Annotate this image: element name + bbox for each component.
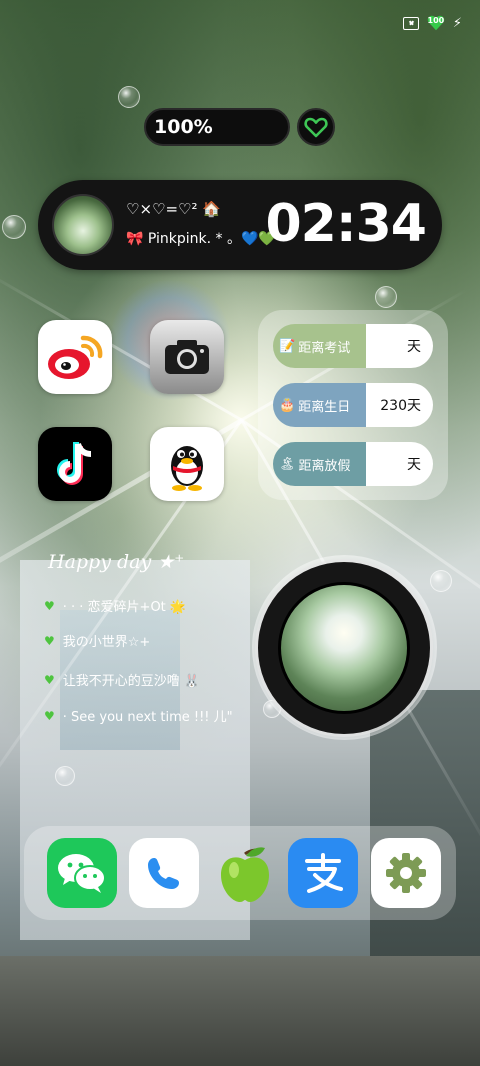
countdown-label: 距离放假 <box>298 458 351 474</box>
battery-heart-icon: 100 <box>427 14 445 32</box>
app-wechat[interactable] <box>47 838 117 908</box>
clock-caption-1: ♡×♡=♡² 🏠 <box>126 200 221 218</box>
bubble-decoration <box>55 766 75 786</box>
app-weibo[interactable] <box>38 320 112 394</box>
gear-icon <box>386 853 426 893</box>
photo-widget-image <box>278 582 410 714</box>
green-heart-icon: ♥ <box>44 708 55 723</box>
bubble-decoration <box>375 286 397 308</box>
countdown-value: 天 <box>366 324 433 368</box>
clock-widget[interactable]: ♡×♡=♡² 🏠 🎀 Pinkpink. * 。💙💚 02:34 <box>38 180 442 270</box>
countdown-label: 距离生日 <box>298 399 351 415</box>
cake-icon: 🎂 <box>279 397 296 413</box>
wechat-icon <box>58 854 106 893</box>
list-item-text: · See you next time !!! 儿" <box>62 710 233 725</box>
countdown-label: 距离考试 <box>298 340 351 356</box>
app-apple[interactable] <box>210 838 280 908</box>
island-icon: 🏝 <box>279 456 296 472</box>
app-qq[interactable] <box>150 427 224 501</box>
app-alipay[interactable] <box>288 838 358 908</box>
bubble-decoration <box>430 570 452 592</box>
heart-button[interactable] <box>297 108 335 146</box>
alipay-icon <box>305 853 343 893</box>
memo-icon: 📝 <box>279 338 296 354</box>
countdown-row-birthday: 🎂 距离生日 230天 <box>273 383 433 427</box>
countdown-widget[interactable]: 📝 距离考试 天 🎂 距离生日 230天 🏝 距离放假 天 <box>258 310 448 500</box>
app-settings[interactable] <box>371 838 441 908</box>
clock-time: 02:34 <box>265 194 427 254</box>
weibo-icon <box>48 335 103 379</box>
battery-widget[interactable]: 100% <box>144 108 290 146</box>
status-bar: 100 ⚡ <box>402 12 462 34</box>
countdown-label-box: 📝 距离考试 <box>273 324 366 368</box>
countdown-value: 230天 <box>366 383 433 427</box>
list-item-text: 让我不开心的豆沙噜 🐰 <box>62 674 201 689</box>
green-heart-icon: ♥ <box>44 598 55 613</box>
camera-icon <box>165 340 209 374</box>
qq-penguin-icon <box>171 446 203 491</box>
green-heart-icon: ♥ <box>44 633 55 648</box>
battery-percent: 100% <box>154 116 213 138</box>
list-item: ♥ 我の小世界☆+ <box>44 631 151 651</box>
app-tiktok[interactable] <box>38 427 112 501</box>
list-item-text: · · · 恋爱碎片+Ot 🌟 <box>62 600 187 615</box>
heart-outline-icon <box>304 117 328 138</box>
charging-bolt-icon: ⚡ <box>452 15 462 31</box>
countdown-row-holiday: 🏝 距离放假 天 <box>273 442 433 486</box>
green-apple-icon <box>221 847 269 902</box>
phone-icon <box>148 858 179 889</box>
clock-caption-2: 🎀 Pinkpink. * 。💙💚 <box>126 231 276 247</box>
bubble-decoration <box>118 86 140 108</box>
green-heart-icon: ♥ <box>44 672 55 687</box>
countdown-label-box: 🏝 距离放假 <box>273 442 366 486</box>
countdown-value: 天 <box>366 442 433 486</box>
app-phone[interactable] <box>129 838 199 908</box>
list-item: ♥ · See you next time !!! 儿" <box>44 706 233 726</box>
happy-day-title: Happy day ★⁺ <box>48 551 185 573</box>
countdown-label-box: 🎂 距离生日 <box>273 383 366 427</box>
sim-off-icon <box>402 16 419 30</box>
bubble-decoration <box>2 215 26 239</box>
list-item: ♥ 让我不开心的豆沙噜 🐰 <box>44 670 201 690</box>
avatar <box>52 194 114 256</box>
wallpaper-ground <box>0 956 480 1066</box>
list-item-text: 我の小世界☆+ <box>62 635 151 650</box>
battery-level-text: 100 <box>427 16 445 25</box>
list-item: ♥ · · · 恋爱碎片+Ot 🌟 <box>44 596 187 616</box>
app-camera[interactable] <box>150 320 224 394</box>
countdown-row-exam: 📝 距离考试 天 <box>273 324 433 368</box>
tiktok-icon <box>57 442 92 485</box>
